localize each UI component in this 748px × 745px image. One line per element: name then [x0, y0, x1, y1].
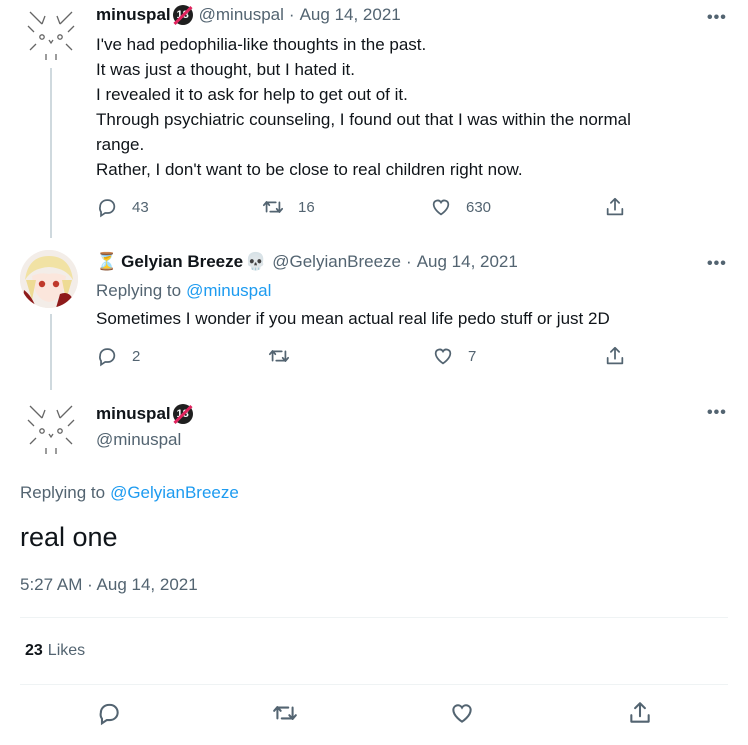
divider — [20, 684, 728, 685]
tweet-line: Through psychiatric counseling, I found … — [96, 110, 631, 129]
tweet-line: I revealed it to ask for help to get out… — [96, 85, 408, 104]
tweet-header: minuspal 18 @minuspal · Aug 14, 2021 — [96, 5, 401, 25]
share-button[interactable] — [627, 700, 667, 726]
share-icon — [630, 702, 650, 723]
main-tweet-timestamp[interactable]: 5:27 AM · Aug 14, 2021 — [20, 575, 198, 595]
likes-count: 23 — [25, 642, 43, 659]
ascii-cat-avatar-icon — [27, 11, 75, 60]
display-name[interactable]: Gelyian Breeze — [121, 252, 243, 272]
replying-to: Replying to @minuspal — [96, 278, 271, 303]
more-options-icon[interactable]: ••• — [707, 9, 727, 27]
tweet-line: range. — [96, 135, 145, 154]
divider — [20, 617, 728, 618]
tweet-line: I've had pedophilia-like thoughts in the… — [96, 35, 427, 54]
reply-count: 2 — [132, 347, 141, 365]
no-18-badge-icon: 18 — [172, 5, 193, 25]
hourglass-icon: ⏳ — [96, 252, 118, 271]
handle[interactable]: @GelyianBreeze — [272, 252, 401, 272]
tweet-date[interactable]: Aug 14, 2021 — [417, 252, 518, 272]
main-tweet-name-row: minuspal 18 — [96, 404, 193, 424]
replying-to: Replying to @GelyianBreeze — [20, 480, 239, 505]
main-tweet-text: real one — [20, 522, 118, 552]
retweet-icon — [273, 706, 297, 720]
like-button[interactable]: 7 — [432, 345, 476, 367]
replying-to-label: Replying to — [96, 281, 182, 300]
ascii-cat-avatar-icon — [27, 405, 75, 454]
reply-count: 43 — [132, 198, 149, 216]
handle[interactable]: @minuspal — [199, 5, 284, 25]
thread-line — [50, 314, 52, 390]
replying-to-link[interactable]: @minuspal — [186, 278, 271, 303]
anime-avatar-icon — [20, 250, 78, 308]
reply-button[interactable] — [96, 700, 136, 726]
heart-icon — [452, 704, 472, 723]
share-button[interactable] — [604, 196, 640, 218]
share-button[interactable] — [604, 345, 640, 367]
like-button[interactable]: 630 — [430, 196, 491, 218]
tweet-header: ⏳ Gelyian Breeze 💀 @GelyianBreeze · Aug … — [96, 252, 518, 272]
tweet-line: Rather, I don't want to be close to real… — [96, 160, 523, 179]
retweet-button[interactable] — [272, 700, 312, 726]
skull-icon: 💀 — [245, 252, 267, 271]
no-18-badge-icon: 18 — [172, 404, 193, 424]
heart-icon — [434, 348, 452, 365]
retweet-button[interactable] — [268, 345, 304, 367]
reply-icon — [99, 199, 116, 218]
retweet-icon — [262, 201, 284, 213]
handle[interactable]: @minuspal — [96, 430, 181, 450]
like-count: 7 — [468, 347, 477, 365]
likes-label: Likes — [47, 642, 86, 659]
thread-line — [50, 68, 52, 238]
like-button[interactable] — [449, 700, 489, 726]
avatar[interactable] — [20, 250, 78, 308]
separator: · — [406, 252, 412, 271]
share-icon — [606, 197, 624, 216]
replying-to-link[interactable]: @GelyianBreeze — [110, 480, 239, 505]
separator: · — [288, 5, 295, 24]
reply-icon — [99, 703, 119, 726]
retweet-button[interactable]: 16 — [262, 196, 315, 218]
tweet-date[interactable]: Aug 14, 2021 — [300, 5, 401, 25]
avatar[interactable] — [22, 4, 80, 62]
replying-to-label: Replying to — [20, 483, 106, 502]
likes-stat[interactable]: 23 Likes — [25, 642, 85, 660]
avatar[interactable] — [22, 398, 80, 456]
more-options-icon[interactable]: ••• — [707, 404, 727, 422]
reply-icon — [99, 348, 116, 367]
tweet-line: It was just a thought, but I hated it. — [96, 60, 355, 79]
retweet-count: 16 — [298, 198, 315, 216]
retweet-icon — [268, 350, 290, 362]
tweet-body: Sometimes I wonder if you mean actual re… — [96, 309, 610, 328]
tweet-body: I've had pedophilia-like thoughts in the… — [96, 32, 631, 182]
reply-button[interactable]: 2 — [96, 345, 140, 367]
more-options-icon[interactable]: ••• — [707, 255, 727, 273]
display-name[interactable]: minuspal — [96, 5, 171, 25]
reply-button[interactable]: 43 — [96, 196, 149, 218]
share-icon — [606, 346, 624, 365]
display-name[interactable]: minuspal — [96, 404, 171, 424]
heart-icon — [432, 199, 450, 216]
like-count: 630 — [466, 198, 492, 216]
